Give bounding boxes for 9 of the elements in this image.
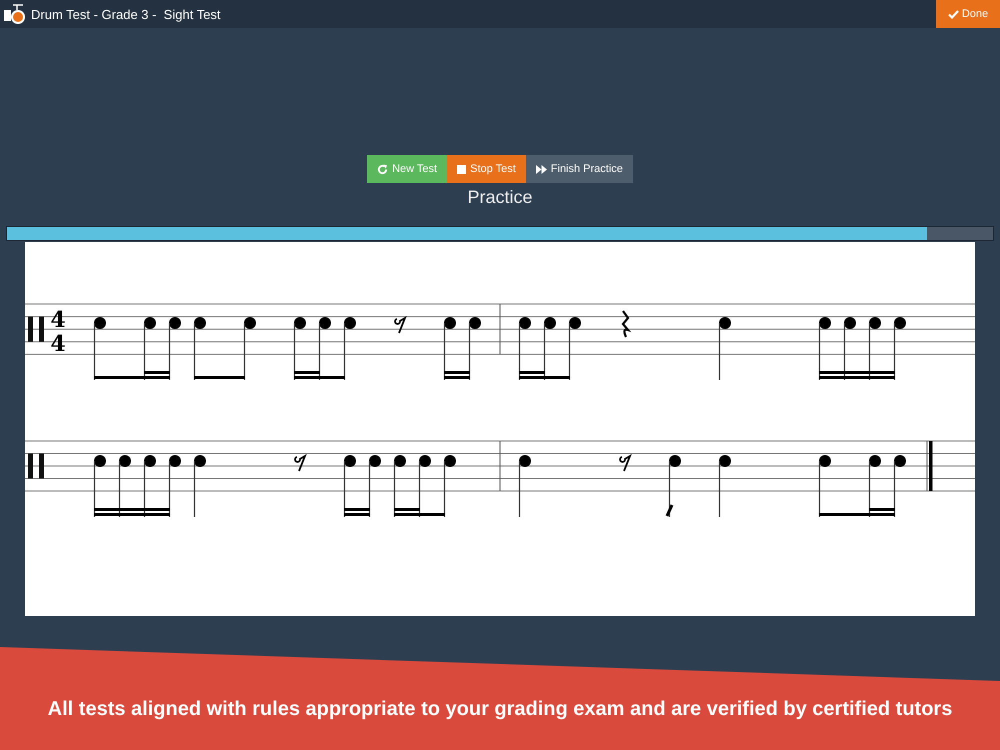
restart-button[interactable]: New Test <box>367 155 448 183</box>
finish-button[interactable]: Finish Practice <box>526 155 633 183</box>
mode-label: Practice <box>467 187 533 209</box>
banner-text: All tests aligned with rules appropriate to your grading exam and are verified by certified tutors <box>48 698 952 721</box>
stop-button[interactable]: Stop Test <box>447 155 526 183</box>
window-title: Drum Test - Grade 3 - Sight Test <box>31 6 221 22</box>
time-signature-bottom: 4 <box>50 331 66 357</box>
done-button[interactable]: Done <box>936 0 1000 28</box>
time-signature-top: 4 <box>50 307 66 333</box>
